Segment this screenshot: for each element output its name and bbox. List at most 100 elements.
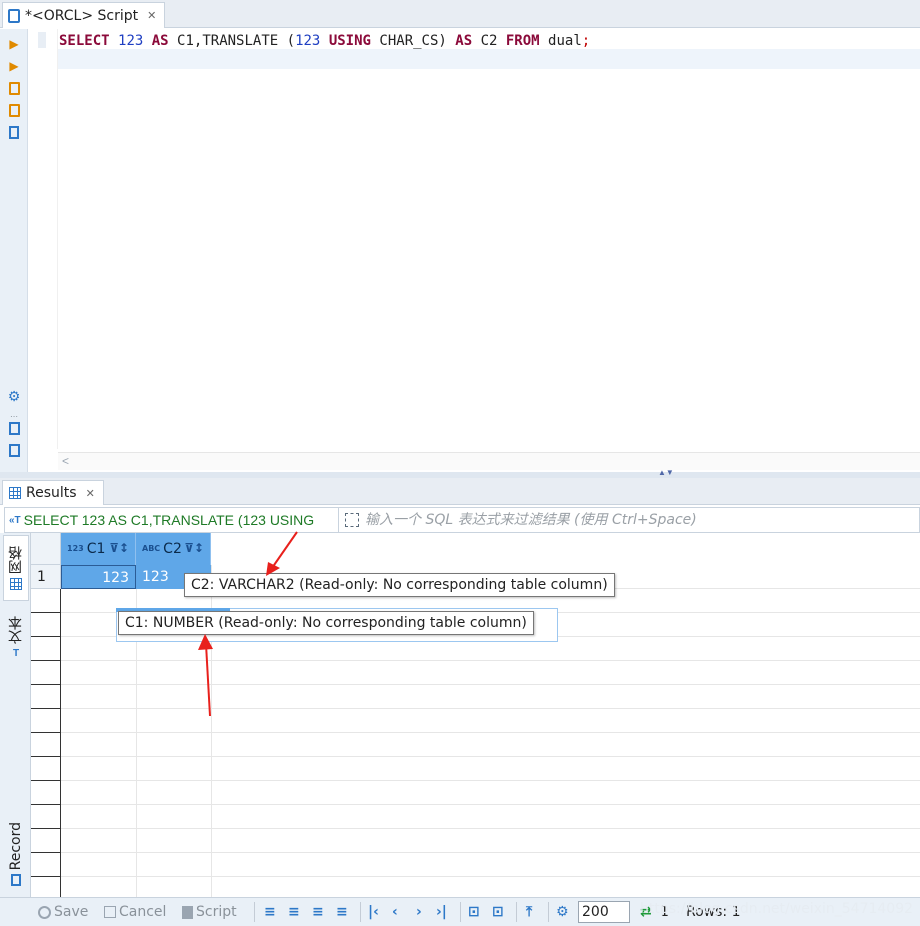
row-number-cell [31,733,61,757]
kw-as: AS [455,33,473,49]
filter-input[interactable] [365,512,905,528]
fetch-all-icon[interactable]: ⊡ [492,903,504,921]
editor-tab-label: *<ORCL> Script [25,7,139,24]
add-row-icon[interactable]: ≡ [288,903,300,921]
save-button[interactable]: Save [38,903,88,921]
record-view-icon [11,874,21,887]
execute-in-new-tab-icon[interactable]: ▶ [7,59,21,73]
filter-sort-icon[interactable]: ⊽↕ [184,541,204,555]
results-view-switcher: 网格 文本 T Record [0,533,31,897]
copy-row-icon[interactable]: ≡ [312,903,324,921]
gear-icon[interactable]: ⚙ [556,903,569,921]
row-number-cell [31,757,61,781]
empty-grid-row [31,853,920,877]
next-page-icon[interactable]: › [416,903,422,921]
cancel-icon [104,906,116,918]
paren: ( [286,33,296,49]
line-marker [38,32,46,48]
last-page-icon[interactable]: ›| [436,903,447,921]
tooltip-c1-type: C1: NUMBER (Read-only: No corresponding … [118,611,534,635]
string-type-icon: ABC [142,544,161,553]
identifier: C1,TRANSLATE [177,33,279,49]
grid-icon [9,487,21,499]
kw-from: FROM [505,33,540,49]
empty-grid-row [31,661,920,685]
column-name: C2 [163,541,182,557]
row-number-cell [31,709,61,733]
row-number-cell [31,853,61,877]
row-number-header [31,533,61,565]
filter-input-wrap [343,508,918,532]
query-echo-text: SELECT 123 AS C1,TRANSLATE (123 USING [23,512,315,528]
sql-statement[interactable]: SELECT 123 AS C1,TRANSLATE (123 USING CH… [59,32,590,50]
script-button[interactable]: Script [182,903,237,921]
kw-using: USING [328,33,371,49]
num-literal: 123 [118,33,144,49]
script-icon [182,905,193,919]
tab-text[interactable]: 文本 T [3,609,29,665]
column-header-c1[interactable]: 123 C1 ⊽↕ [61,533,136,565]
identifier: C2 [480,33,498,49]
sql-query-icon: «T [9,514,21,526]
export-script-icon[interactable] [7,421,21,435]
tab-grid[interactable]: 网格 [3,535,29,601]
toolbar-separator [516,902,517,922]
empty-grid-row [31,685,920,709]
gear-icon[interactable]: ⚙ [7,388,21,404]
script-file-icon [8,8,20,23]
check-icon [38,905,51,919]
empty-grid-row [31,709,920,733]
row-number-cell [31,589,61,613]
explain-plan-icon[interactable] [7,125,21,139]
load-script-icon[interactable] [7,443,21,457]
number-type-icon: 123 [67,544,84,553]
tab-record[interactable]: Record [3,815,29,893]
line-number-gutter [28,29,58,449]
cell-c1[interactable]: 123 [61,565,136,589]
editor-tabbar: *<ORCL> Script ✕ [0,0,920,28]
query-echo[interactable]: «T SELECT 123 AS C1,TRANSLATE (123 USING [5,508,339,532]
editor-horizontal-scrollbar[interactable]: < [58,452,920,470]
kw-select: SELECT [59,33,110,49]
close-icon[interactable]: ✕ [86,487,95,500]
execute-statement-icon[interactable]: ▶ [7,37,21,51]
close-icon[interactable]: ✕ [147,9,156,22]
filter-sort-icon[interactable]: ⊽↕ [109,541,129,555]
toolbar-separator [460,902,461,922]
results-tabbar: Results ✕ [0,478,920,505]
tab-grid-label: 网格 [8,546,24,574]
sql-editor[interactable]: SELECT 123 AS C1,TRANSLATE (123 USING CH… [58,29,920,472]
toolbar-separator [360,902,361,922]
results-tab[interactable]: Results ✕ [2,480,104,505]
first-page-icon[interactable]: |‹ [368,903,379,921]
column-header-c2[interactable]: ABC C2 ⊽↕ [136,533,211,565]
semicolon: ; [581,33,591,49]
expand-icon[interactable] [345,513,359,527]
column-name: C1 [86,541,106,557]
execute-script-new-tabs-icon[interactable] [7,103,21,117]
row-number-cell [31,829,61,853]
execute-script-icon[interactable] [7,81,21,95]
delete-row-icon[interactable]: ≡ [336,903,348,921]
export-icon[interactable]: ⤒ [526,903,532,921]
tab-record-label: Record [8,821,24,871]
kw-as: AS [151,33,169,49]
previous-page-icon[interactable]: ‹ [392,903,398,921]
edit-row-icon[interactable]: ≡ [264,903,276,921]
row-number[interactable]: 1 [31,565,61,589]
results-tab-label: Results [26,485,77,501]
editor-tab-script[interactable]: *<ORCL> Script ✕ [2,2,165,28]
editor-side-toolbar: ▶ ▶ ⚙ ⋯ [0,29,28,472]
cancel-button[interactable]: Cancel [104,903,166,921]
row-number-cell [31,805,61,829]
toolbar-separator [254,902,255,922]
grid-icon [10,578,22,590]
watermark: https://blog.csdn.net/weixin_54714092 [640,901,914,917]
results-filter-bar: «T SELECT 123 AS C1,TRANSLATE (123 USING [4,507,920,533]
scroll-left-icon[interactable]: < [62,454,69,468]
fetch-size-input[interactable]: 200 [578,901,630,923]
text-view-icon: T [12,647,20,659]
fetch-next-icon[interactable]: ⊡ [468,903,480,921]
identifier: CHAR_CS) [379,33,447,49]
collapse-arrows-icon[interactable]: ▲▼ [658,468,674,477]
